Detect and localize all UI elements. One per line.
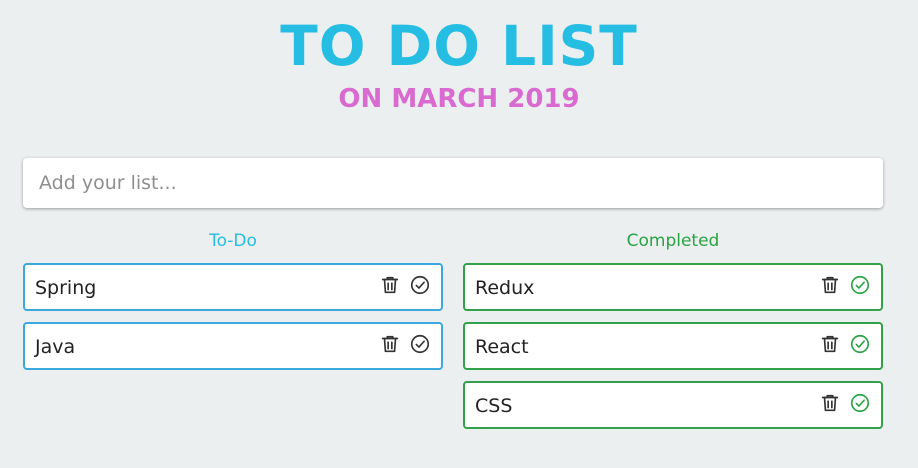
completed-item-label: CSS: [475, 395, 513, 417]
item-actions: [819, 392, 871, 414]
trash-icon[interactable]: [819, 333, 841, 355]
todo-list: Spring Java: [23, 263, 443, 381]
check-circle-icon[interactable]: [409, 274, 431, 296]
completed-item-label: React: [475, 336, 529, 358]
page-subtitle: ON MARCH 2019: [338, 84, 580, 114]
page-title: TO DO LIST: [280, 14, 638, 78]
todo-item-label: Spring: [35, 277, 97, 299]
item-actions: [819, 333, 871, 355]
check-circle-icon[interactable]: [409, 333, 431, 355]
check-circle-icon[interactable]: [849, 333, 871, 355]
item-actions: [379, 274, 431, 296]
completed-list: Redux React CSS: [463, 263, 883, 440]
todo-item-label: Java: [35, 336, 76, 358]
add-item-input[interactable]: [23, 158, 883, 208]
item-actions: [379, 333, 431, 355]
completed-item[interactable]: Redux: [463, 263, 883, 311]
trash-icon[interactable]: [379, 274, 401, 296]
trash-icon[interactable]: [819, 392, 841, 414]
trash-icon[interactable]: [819, 274, 841, 296]
check-circle-icon[interactable]: [849, 392, 871, 414]
item-actions: [819, 274, 871, 296]
todo-column-heading: To-Do: [209, 231, 257, 251]
completed-column-heading: Completed: [626, 231, 720, 251]
completed-item[interactable]: React: [463, 322, 883, 370]
check-circle-icon[interactable]: [849, 274, 871, 296]
todo-item[interactable]: Java: [23, 322, 443, 370]
completed-item[interactable]: CSS: [463, 381, 883, 429]
trash-icon[interactable]: [379, 333, 401, 355]
todo-item[interactable]: Spring: [23, 263, 443, 311]
completed-item-label: Redux: [475, 277, 535, 299]
